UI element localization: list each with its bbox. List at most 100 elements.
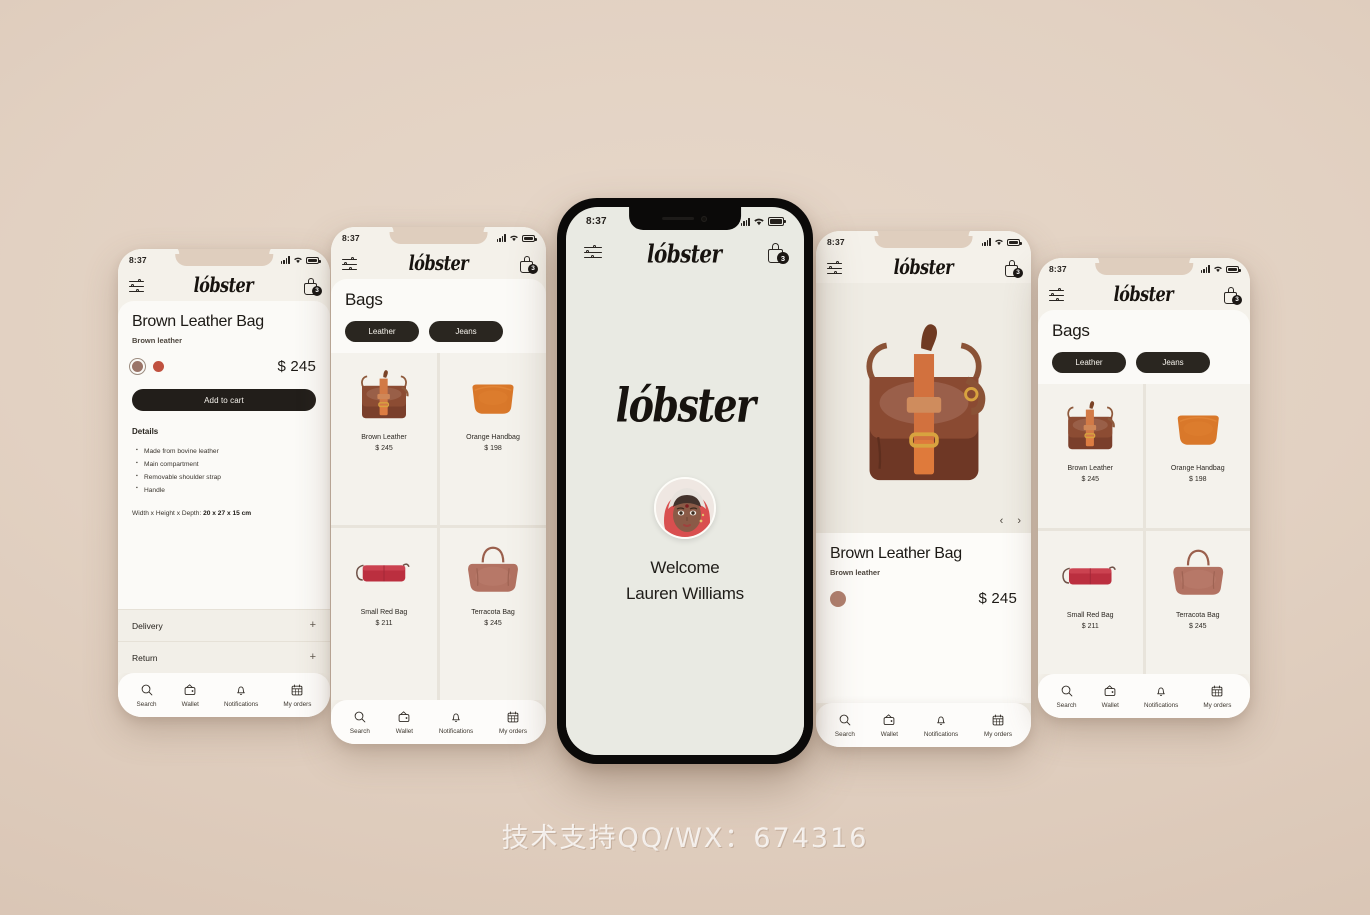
product-subtitle: Brown leather (830, 568, 881, 578)
swatch-brown[interactable] (830, 590, 846, 607)
battery-icon (522, 235, 537, 242)
brand-logo: lóbster (408, 252, 468, 276)
phone-catalog-left: 8:37 lóbster 3 Bags Leather Jeans Brown … (331, 227, 546, 744)
screen-catalog: 8:37 lóbster 3 Bags Leather Jeans Brown … (331, 227, 546, 744)
bottom-nav: Search Wallet Notifications My orders (118, 673, 330, 717)
product-card[interactable]: Terracota Bag $ 245 (1145, 530, 1250, 674)
welcome-content: lóbster Welcome Lauren Williams (566, 271, 804, 755)
brand-logo: lóbster (193, 274, 254, 298)
nav-item-notifications[interactable]: Notifications (439, 710, 473, 735)
nav-item-search[interactable]: Search (835, 713, 855, 738)
nav-item-wallet[interactable]: Wallet (182, 683, 199, 708)
satchel-bag-image (1067, 401, 1115, 450)
status-bar: 8:37 (1038, 258, 1250, 280)
nav-label: Notifications (223, 700, 259, 708)
product-card[interactable]: Small Red Bag $ 211 (1038, 530, 1143, 674)
nav-item-wallet[interactable]: Wallet (1102, 684, 1119, 709)
sliders-icon[interactable] (584, 244, 602, 261)
nav-label: Notifications (438, 727, 474, 735)
product-card[interactable]: Brown Leather $ 245 (331, 353, 437, 525)
calendar-icon (506, 710, 520, 724)
nav-item-wallet[interactable]: Wallet (881, 713, 898, 738)
nav-item-orders[interactable]: My orders (499, 710, 527, 735)
product-price: $ 245 (375, 445, 393, 452)
nav-label: Notifications (923, 730, 959, 738)
chevron-left-icon[interactable]: ‹ (1000, 515, 1004, 527)
nav-item-search[interactable]: Search (1057, 684, 1077, 709)
product-card[interactable]: Brown Leather $ 245 (1038, 384, 1143, 528)
status-bar: 8:37 (816, 231, 1031, 253)
status-indicators (1200, 265, 1241, 273)
signal-icon (1200, 265, 1210, 273)
calendar-icon (1210, 684, 1224, 698)
nav-item-orders[interactable]: My orders (1203, 684, 1231, 709)
plus-icon: + (309, 619, 316, 631)
terracota-bag-image (1172, 549, 1223, 595)
nav-item-orders[interactable]: My orders (984, 713, 1012, 738)
shopping-bag-icon[interactable]: 3 (1004, 259, 1023, 278)
filter-chip-jeans[interactable]: Jeans (1136, 352, 1210, 373)
sliders-icon[interactable] (827, 260, 842, 275)
product-card[interactable]: Terracota Bag $ 245 (440, 528, 546, 700)
nav-item-notifications[interactable]: Notifications (224, 683, 258, 708)
app-bar: lóbster 3 (566, 235, 804, 271)
screen-catalog-right: 8:37 lóbster 3 Bags Leather Jeans Brown … (1038, 258, 1250, 718)
hero-carousel-nav: ‹ › (1000, 515, 1021, 527)
bottom-nav: Search Wallet Notifications My orders (1038, 674, 1250, 718)
status-indicators (280, 256, 321, 264)
sliders-icon[interactable] (342, 256, 357, 271)
satchel-bag-image (361, 370, 409, 419)
nav-item-wallet[interactable]: Wallet (396, 710, 413, 735)
shopping-bag-icon[interactable]: 3 (519, 255, 538, 274)
wallet-icon (183, 683, 197, 697)
search-icon (140, 683, 154, 697)
product-price: $ 211 (375, 620, 393, 627)
product-thumbnail (1043, 539, 1138, 605)
accordion-label: Return (132, 652, 158, 663)
sliders-icon[interactable] (1049, 287, 1064, 302)
accordion-return[interactable]: Return + (118, 641, 330, 673)
catalog-header: Bags Leather Jeans (1038, 310, 1250, 373)
product-thumbnail (336, 536, 432, 602)
app-bar: lóbster 3 (1038, 280, 1250, 310)
product-card[interactable]: Small Red Bag $ 211 (331, 528, 437, 700)
shopping-bag-icon[interactable]: 3 (1223, 286, 1242, 305)
shopping-bag-icon[interactable]: 3 (303, 277, 322, 296)
wallet-icon (882, 713, 896, 727)
signal-icon (981, 238, 991, 246)
signal-icon (496, 234, 506, 242)
nav-item-search[interactable]: Search (137, 683, 157, 708)
nav-item-search[interactable]: Search (350, 710, 370, 735)
swatch-red[interactable] (153, 361, 164, 373)
product-price: $ 211 (1081, 622, 1099, 630)
nav-label: Wallet (880, 730, 898, 738)
filter-chip-leather[interactable]: Leather (345, 321, 419, 342)
product-name: Terracota Bag (471, 609, 515, 616)
swatch-price-row: $ 245 (128, 357, 316, 376)
status-indicators (496, 234, 537, 242)
filter-chip-leather[interactable]: Leather (1052, 352, 1126, 373)
watermark: 技术支持QQ/WX：674316 (501, 823, 869, 854)
product-card[interactable]: Orange Handbag $ 198 (1145, 384, 1250, 528)
swatch-brown[interactable] (128, 357, 147, 376)
detail-sheet: Brown Leather Bag Brown leather $ 245 Ad… (118, 301, 330, 673)
bell-icon (934, 713, 948, 727)
chevron-right-icon[interactable]: › (1017, 515, 1021, 527)
shopping-bag-icon[interactable]: 3 (767, 243, 789, 264)
battery-icon (1007, 239, 1022, 246)
status-bar: 8:37 (331, 227, 546, 249)
avatar[interactable] (654, 477, 716, 539)
nav-label: Search (136, 700, 157, 708)
product-card[interactable]: Orange Handbag $ 198 (440, 353, 546, 525)
status-time: 8:37 (1049, 264, 1067, 274)
nav-item-orders[interactable]: My orders (283, 683, 311, 708)
sliders-icon[interactable] (129, 278, 144, 293)
cart-badge: 3 (1232, 294, 1242, 305)
nav-item-notifications[interactable]: Notifications (1144, 684, 1178, 709)
nav-item-notifications[interactable]: Notifications (924, 713, 958, 738)
filter-chip-jeans[interactable]: Jeans (429, 321, 503, 342)
phone-product-hero: 8:37 lóbster 3 ‹ › Brown Leather Bag Bro… (816, 231, 1031, 747)
add-to-cart-button[interactable]: Add to cart (132, 389, 316, 412)
accordion-delivery[interactable]: Delivery + (118, 609, 330, 641)
app-bar: lóbster 3 (816, 253, 1031, 283)
